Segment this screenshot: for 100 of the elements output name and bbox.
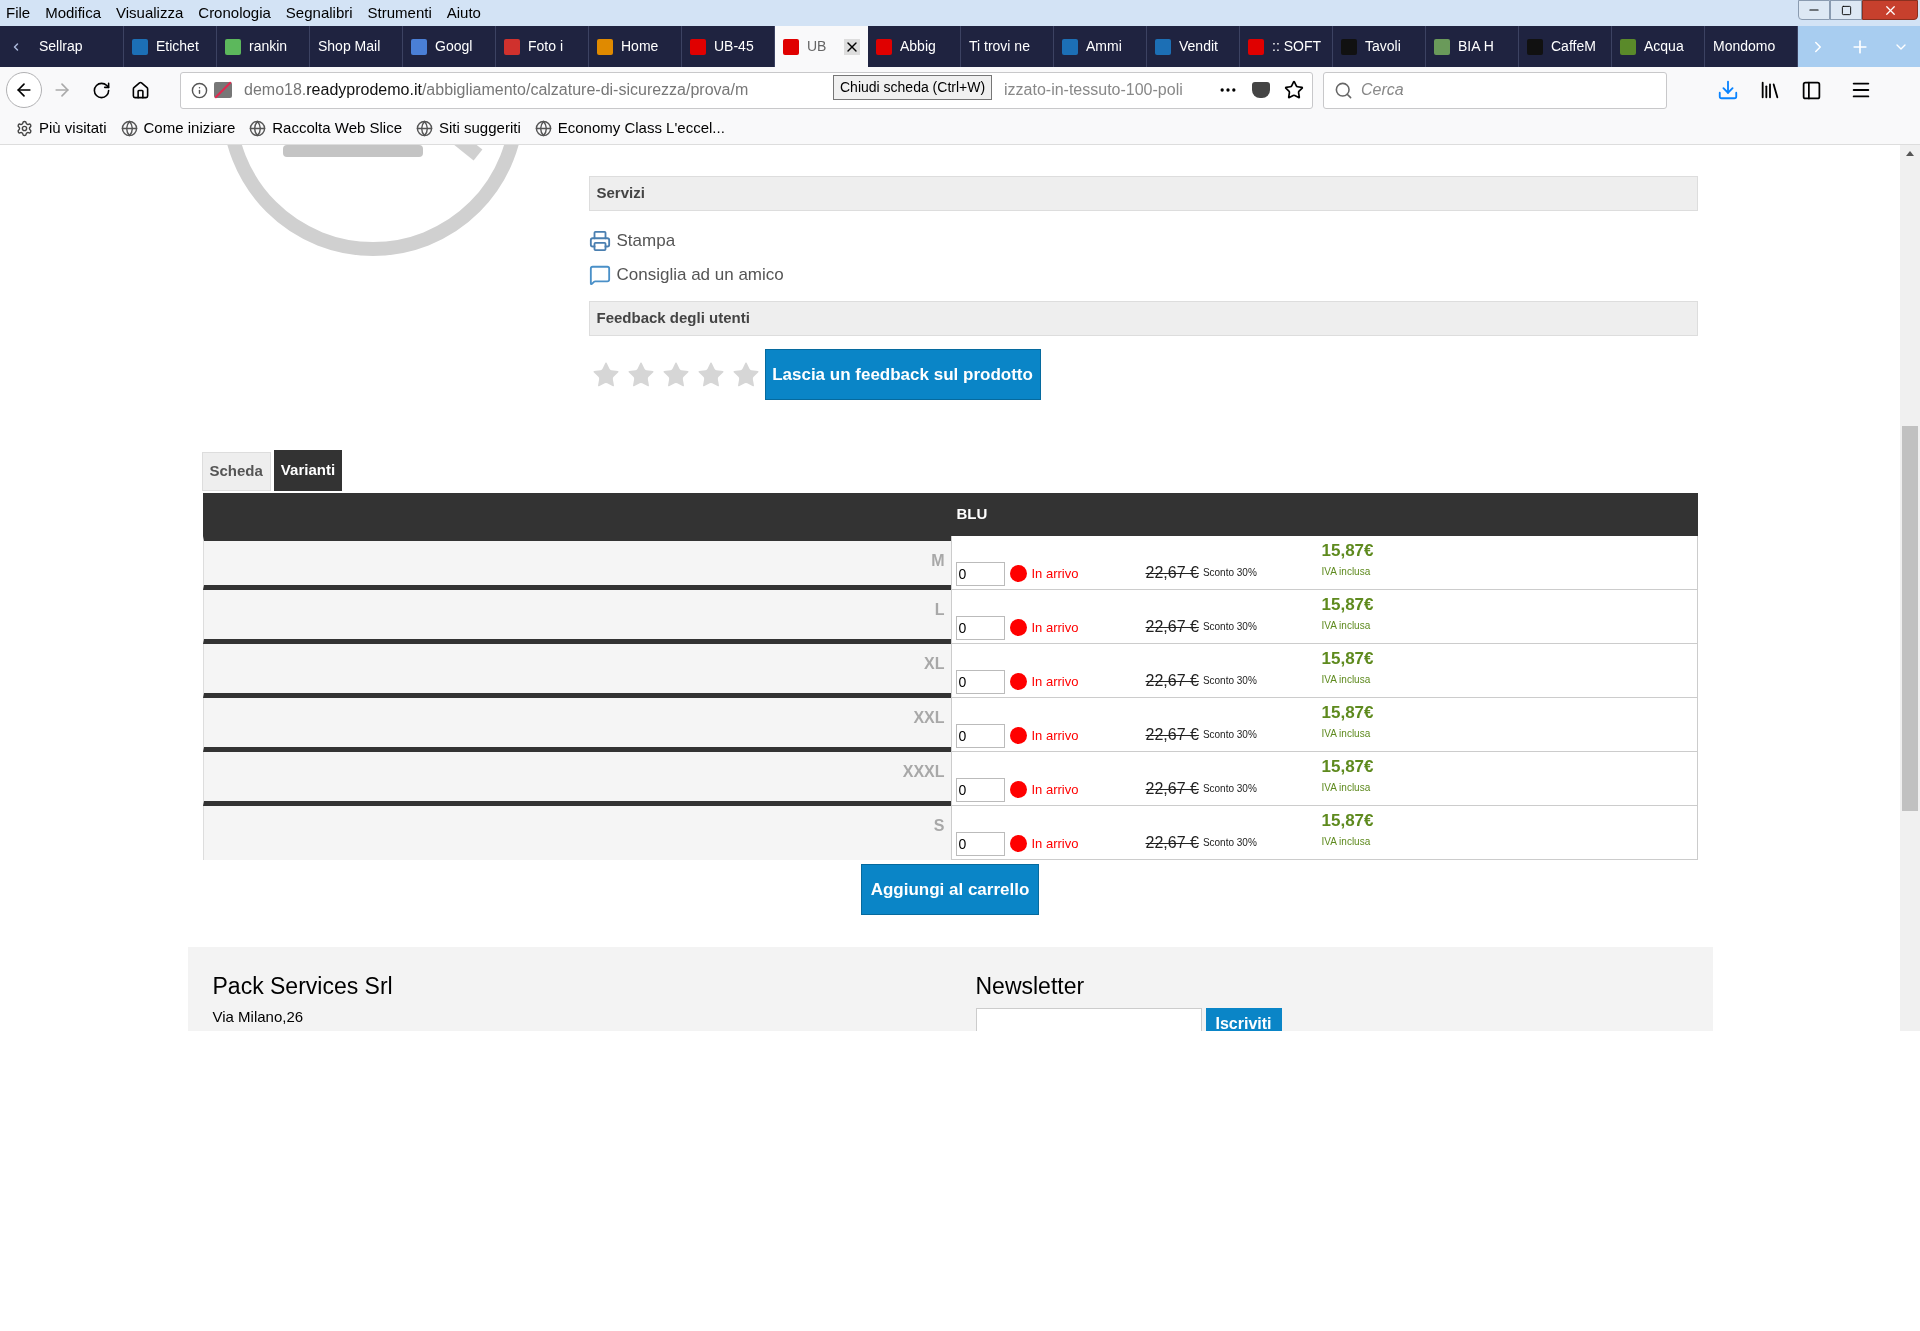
tab-title: Abbig [900, 37, 936, 56]
url-text: demo18.readyprodemo.it/abbigliamento/calzature-di-sicurezza/prova/m [244, 81, 749, 98]
tab-title: Shop Mail [318, 37, 381, 56]
vat-note: IVA inclusa [1321, 673, 1372, 687]
menu-item[interactable]: Segnalibri [285, 1, 353, 25]
quantity-field[interactable]: 0 [955, 669, 1005, 694]
vat-note: IVA inclusa [1321, 619, 1372, 633]
globe-icon [416, 120, 433, 137]
bookmark-item[interactable]: Più visitati [16, 117, 107, 140]
section-header: Servizi [588, 176, 1698, 211]
globe-icon [249, 120, 267, 137]
favicon-icon [597, 38, 613, 55]
favicon-icon [1062, 38, 1078, 55]
favicon-icon [504, 38, 520, 55]
home-icon[interactable] [131, 80, 150, 100]
size-cell: S [202, 806, 951, 860]
favicon-icon [1527, 38, 1543, 55]
tooltip: Chiudi scheda (Ctrl+W) [833, 75, 993, 100]
menu-item[interactable]: File [6, 1, 31, 25]
status-text: In arrivo [1031, 618, 1079, 637]
service-link[interactable]: Stampa [616, 228, 676, 254]
old-price: 22,67 € [1145, 832, 1199, 853]
printer-icon [588, 230, 611, 252]
menu-item[interactable]: Modifica [45, 1, 102, 25]
close-button[interactable] [1862, 0, 1918, 20]
quantity-field[interactable]: 0 [955, 615, 1005, 640]
menu-item[interactable]: Aiuto [446, 1, 481, 25]
company-address: Via Milano,26 [212, 1006, 305, 1027]
chat-bubble-icon [588, 264, 611, 286]
old-price: 22,67 € [1145, 562, 1199, 583]
search-box[interactable]: Cerca [1323, 71, 1667, 109]
discount-text: Sconto 30% [1202, 728, 1257, 742]
old-price: 22,67 € [1145, 670, 1199, 691]
tab-title: :: SOFT [1272, 37, 1321, 56]
search-field[interactable]: Cerca [1361, 78, 1661, 102]
column-header: BLU [955, 504, 988, 525]
info-icon[interactable] [191, 81, 208, 99]
favicon-icon [690, 38, 706, 55]
size-cell: XL [202, 644, 951, 698]
section-header: Feedback degli utenti [588, 301, 1698, 336]
size-cell: XXL [202, 698, 951, 752]
content-tab[interactable]: Varianti [273, 450, 343, 491]
price: 15,87€ [1321, 756, 1375, 778]
subscribe-button[interactable]: Iscriviti [1205, 1007, 1282, 1031]
maximize-button[interactable] [1830, 0, 1862, 20]
tab-title: UB [807, 37, 827, 56]
bookmark-item[interactable]: Siti suggeriti [416, 117, 521, 140]
tab-title: Tavoli [1365, 37, 1401, 56]
tab-title: Home [621, 37, 659, 56]
bookmark-item[interactable]: Come iniziare [120, 117, 236, 140]
scroll-up-icon[interactable] [1906, 151, 1914, 156]
globe-icon [120, 120, 138, 137]
tab-title: Vendit [1179, 37, 1218, 56]
globe-icon [534, 120, 552, 137]
menu-item[interactable]: Cronologia [198, 1, 271, 25]
content-tab[interactable]: Scheda [201, 452, 271, 491]
sidebar-icon[interactable] [1801, 79, 1822, 101]
download-icon[interactable] [1717, 79, 1739, 101]
library-icon[interactable] [1759, 79, 1781, 101]
favicon-icon [1434, 38, 1450, 55]
vat-note: IVA inclusa [1321, 565, 1372, 579]
size-cell: M [202, 536, 951, 590]
favicon-icon [1248, 38, 1264, 55]
size-cell: L [202, 590, 951, 644]
back-button[interactable] [6, 72, 42, 108]
tab-title: Ti trovi ne [969, 37, 1030, 56]
price: 15,87€ [1321, 702, 1375, 724]
bookmark-item[interactable]: Raccolta Web Slice [249, 117, 402, 140]
favicon-icon [132, 38, 148, 55]
add-to-cart-button[interactable]: Aggiungi al carrello [861, 864, 1039, 915]
status-text: In arrivo [1031, 564, 1079, 583]
discount-text: Sconto 30% [1202, 782, 1257, 796]
browser-tab[interactable]: UB [775, 26, 868, 67]
company-name: Pack Services Srl [212, 972, 394, 1001]
bookmark-star-icon[interactable] [1284, 80, 1304, 100]
favicon-icon [1620, 38, 1636, 55]
quantity-field[interactable]: 0 [955, 561, 1005, 586]
old-price: 22,67 € [1145, 778, 1199, 799]
old-price: 22,67 € [1145, 724, 1199, 745]
close-tab-icon[interactable] [844, 38, 860, 55]
status-text: In arrivo [1031, 780, 1079, 799]
quantity-field[interactable]: 0 [955, 831, 1005, 856]
favicon-icon [1341, 38, 1357, 55]
price: 15,87€ [1321, 810, 1375, 832]
service-link[interactable]: Consiglia ad un amico [616, 262, 784, 288]
reload-icon[interactable] [92, 80, 111, 100]
scrollbar-thumb[interactable] [1902, 426, 1918, 811]
menu-item[interactable]: Strumenti [367, 1, 432, 25]
quantity-field[interactable]: 0 [955, 723, 1005, 748]
minimize-button[interactable] [1798, 0, 1830, 20]
favicon-icon [411, 38, 427, 55]
bookmark-item[interactable]: Economy Class L'eccel... [534, 117, 725, 140]
menu-item[interactable]: Visualizza [116, 1, 184, 25]
tab-title: Mondomo [1713, 37, 1776, 56]
gear-icon [16, 120, 33, 137]
quantity-field[interactable]: 0 [955, 777, 1005, 802]
scrollbar[interactable] [1900, 145, 1920, 1031]
tab-title: UB-45 [714, 37, 754, 56]
feedback-button[interactable]: Lascia un feedback sul prodotto [764, 349, 1041, 400]
tab-title: rankin [249, 37, 288, 56]
